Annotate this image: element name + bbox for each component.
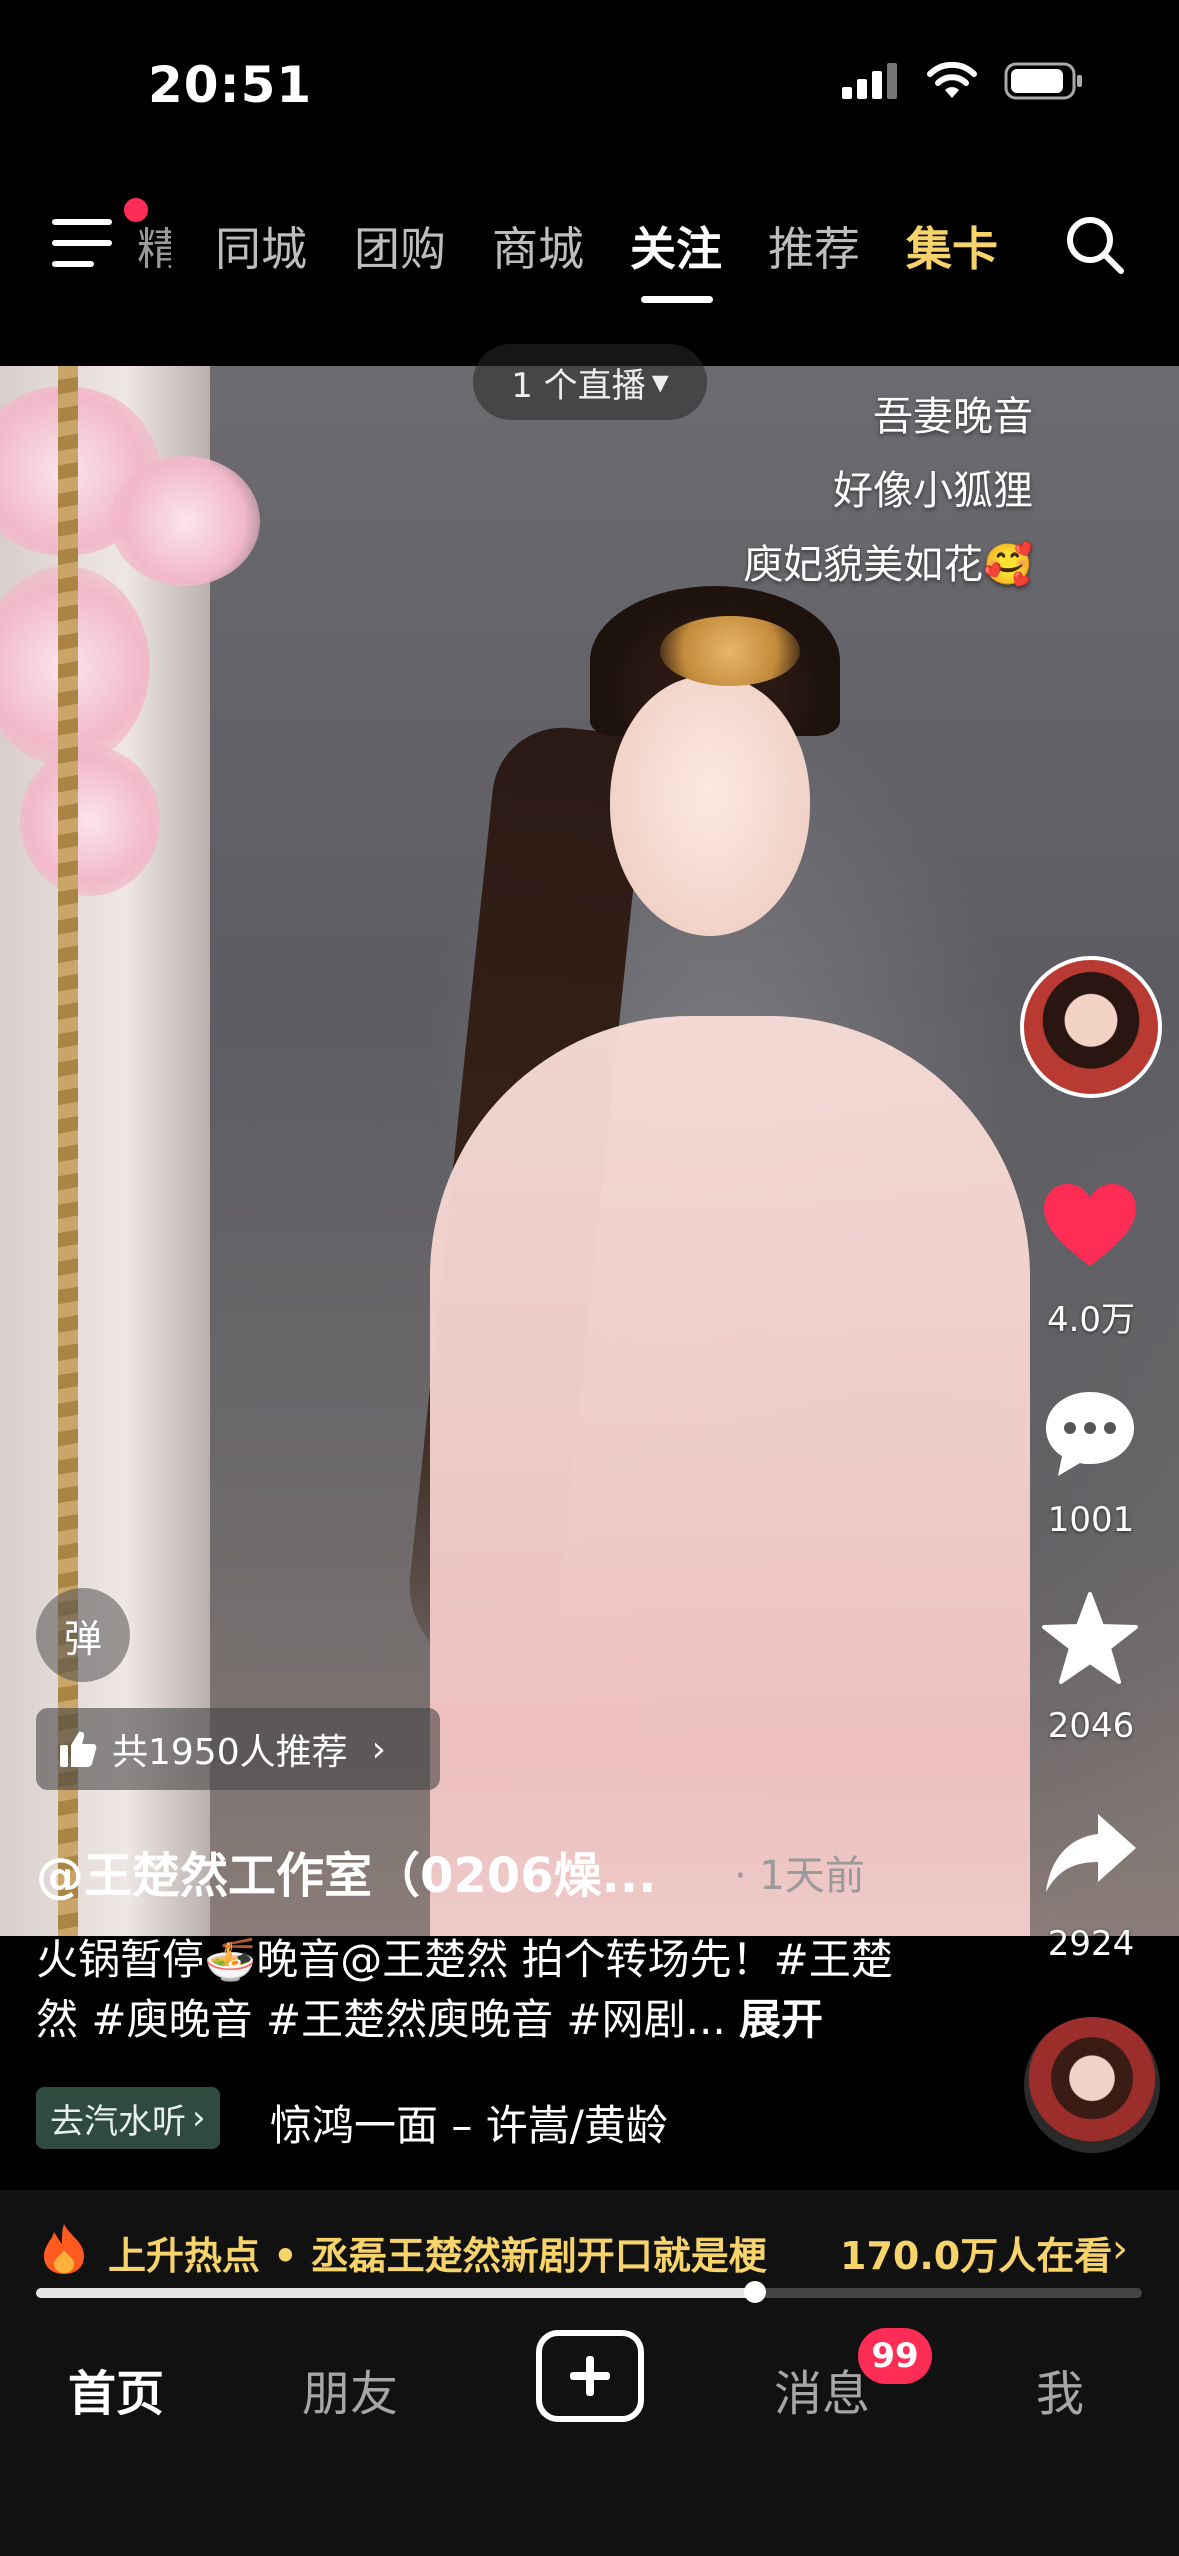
- tab-messages[interactable]: 消息: [774, 2354, 870, 2424]
- video-player[interactable]: [0, 366, 1179, 1936]
- thumbs-up-icon: [60, 1731, 97, 1767]
- post-time: · 1天前: [734, 1853, 865, 1899]
- plus-icon: [570, 2356, 610, 2396]
- hot-topic-text: 上升热点 • 丞磊王楚然新剧开口就是梗: [108, 2234, 767, 2278]
- heart-icon[interactable]: [1040, 1178, 1140, 1278]
- danmaku-toggle[interactable]: 弹: [36, 1588, 130, 1682]
- blossom: [110, 456, 260, 586]
- tab-nearby[interactable]: 同城: [215, 213, 307, 279]
- author-name[interactable]: @王楚然工作室（0206燥...: [36, 1836, 656, 1906]
- wifi-icon: [927, 62, 977, 98]
- lyric-line: 好像小狐狸: [833, 468, 1033, 514]
- share-count: 2924: [1047, 1924, 1135, 1964]
- progress-fill: [36, 2288, 755, 2298]
- messages-badge: 99: [858, 2328, 932, 2384]
- video-progress-bar[interactable]: [36, 2281, 1142, 2303]
- tab-group-buy[interactable]: 团购: [354, 213, 446, 279]
- search-icon[interactable]: [1063, 213, 1127, 277]
- comment-icon[interactable]: [1040, 1384, 1140, 1484]
- author-avatar[interactable]: [1020, 956, 1162, 1098]
- soda-music-button[interactable]: 去汽水听 ›: [36, 2087, 220, 2149]
- progress-knob[interactable]: [743, 2281, 766, 2303]
- chevron-right-icon: ›: [1112, 2226, 1128, 2272]
- menu-icon[interactable]: [52, 215, 116, 271]
- tab-home[interactable]: 首页: [68, 2354, 164, 2424]
- recommend-text: 共1950人推荐: [112, 1732, 348, 1773]
- lyric-line: 吾妻晚音: [873, 394, 1033, 440]
- create-button[interactable]: [536, 2330, 644, 2422]
- tab-mall[interactable]: 商城: [492, 213, 584, 279]
- comment-count: 1001: [1047, 1500, 1135, 1540]
- star-icon[interactable]: [1040, 1590, 1140, 1690]
- chevron-right-icon: ›: [192, 2098, 206, 2138]
- video-description[interactable]: 火锅暂停🍜晚音@王楚然 拍个转场先！#王楚然 #庾晚音 #王楚然庾晚音 #网剧.…: [36, 1930, 916, 2050]
- tab-friends[interactable]: 朋友: [302, 2354, 398, 2424]
- tab-following[interactable]: 关注: [630, 213, 722, 279]
- live-count-pill[interactable]: 1 个直播 ▾: [473, 344, 707, 420]
- battery-icon: [1004, 62, 1082, 100]
- blossom: [20, 746, 160, 896]
- cellular-signal-icon: [842, 63, 897, 99]
- expand-link[interactable]: 展开: [739, 1995, 823, 2044]
- tab-me[interactable]: 我: [1036, 2354, 1084, 2424]
- favorite-count: 2046: [1047, 1706, 1135, 1746]
- status-time: 20:51: [148, 56, 313, 114]
- recommend-chip[interactable]: 共1950人推荐 ›: [36, 1708, 440, 1790]
- caret-down-icon: ▾: [651, 362, 669, 402]
- chevron-right-icon: ›: [371, 1728, 387, 1770]
- hot-topic-viewers: 170.0万人在看: [840, 2234, 1113, 2278]
- live-pill-label: 1 个直播: [511, 365, 646, 406]
- swing-rope: [58, 366, 78, 1936]
- tab-card-collect[interactable]: 集卡: [906, 213, 998, 279]
- active-tab-indicator: [641, 296, 713, 303]
- like-count: 4.0万: [1046, 1300, 1136, 1340]
- soda-label: 去汽水听: [50, 2101, 186, 2142]
- fire-icon: [44, 2224, 84, 2274]
- lyric-line: 庾妃貌美如花🥰: [743, 542, 1033, 588]
- tab-featured[interactable]: 精选: [137, 213, 171, 277]
- tab-recommend[interactable]: 推荐: [768, 213, 860, 279]
- music-disc[interactable]: [1024, 2017, 1160, 2153]
- share-icon[interactable]: [1040, 1804, 1140, 1904]
- music-title[interactable]: 惊鸿一面 – 许嵩/黄龄: [270, 2092, 668, 2153]
- status-icons: [842, 62, 1084, 100]
